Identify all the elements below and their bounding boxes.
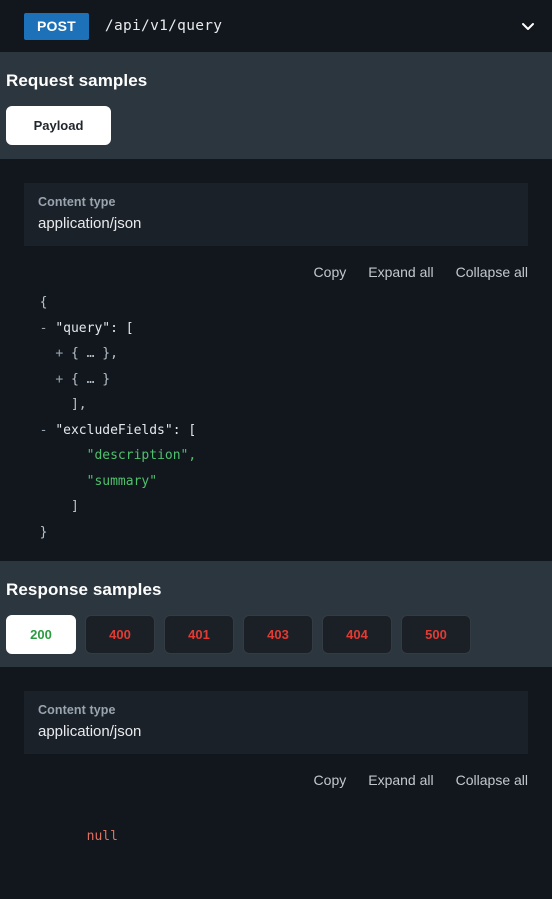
response-samples-title: Response samples [6,580,162,599]
request-collapse-all-button[interactable]: Collapse all [456,264,528,280]
code-token: "description", [86,448,197,463]
response-samples-section: Response samples 200 400 401 403 404 500 Cont… [0,561,552,899]
response-content-type-value: application/json [38,723,142,740]
response-copy-button[interactable]: Copy [314,772,347,788]
code-token: ] [70,499,79,514]
request-content-type: Content type application/json [24,183,528,246]
endpoint-path: /api/v1/query [104,18,223,34]
code-line: ], [24,392,528,418]
code-token: } [39,524,48,540]
toggle-spacer [71,474,87,489]
request-content-type-value: application/json [38,215,142,232]
toggle-spacer [24,525,40,540]
request-content-type-label: Content type [38,195,116,209]
request-sample-tabs: Payload [0,91,552,159]
response-expand-all-button[interactable]: Expand all [368,772,433,788]
tab-payload[interactable]: Payload [6,106,111,145]
collapse-toggle-icon[interactable]: - [40,321,56,336]
code-token: "excludeFields": [ [55,422,197,438]
status-tab-500[interactable]: 500 [401,615,471,654]
code-line: ] [24,494,528,520]
toggle-spacer [55,397,71,412]
code-line: { [24,290,528,316]
endpoint-header[interactable]: POST /api/v1/query [0,0,552,52]
toggle-spacer [24,295,40,310]
chevron-down-icon[interactable] [518,16,538,36]
toggle-spacer [55,499,71,514]
code-token: { … }, [70,346,118,361]
expand-toggle-icon[interactable]: + [55,346,71,361]
response-content-type-label: Content type [38,703,116,717]
request-expand-all-button[interactable]: Expand all [368,264,433,280]
response-status-tabs: 200 400 401 403 404 500 [0,600,552,667]
code-token: ], [70,397,87,412]
status-tab-404[interactable]: 404 [322,615,392,654]
status-tab-400[interactable]: 400 [85,615,155,654]
response-code-block[interactable]: null [0,798,552,899]
status-tab-200[interactable]: 200 [6,615,76,654]
http-method-badge: POST [24,12,89,40]
code-token: "query": [ [55,320,134,336]
request-code-block[interactable]: { - "query": [ + { … }, + { … } ], - "ex… [0,290,552,561]
code-line: - "query": [ [24,316,528,342]
request-copy-button[interactable]: Copy [314,264,347,280]
code-token: { … } [70,371,111,387]
request-sample-panel: Content type application/json Copy Expan… [0,159,552,561]
code-line: } [24,520,528,546]
status-tab-403[interactable]: 403 [243,615,313,654]
status-tab-401[interactable]: 401 [164,615,234,654]
api-reference-panel: POST /api/v1/query Request samples Paylo… [0,0,552,899]
response-code-toolbar: Copy Expand all Collapse all [0,754,552,798]
code-line: + { … } [24,367,528,393]
toggle-spacer [71,448,87,463]
code-line: - "excludeFields": [ [24,418,528,444]
response-sample-panel: Content type application/json Copy Expan… [0,667,552,899]
code-token: "summary" [86,473,158,489]
expand-toggle-icon[interactable]: + [55,372,71,387]
request-samples-title: Request samples [6,71,148,90]
collapse-toggle-icon[interactable]: - [40,423,56,438]
request-code-toolbar: Copy Expand all Collapse all [0,246,552,290]
code-line: "summary" [24,469,528,495]
request-samples-section: Request samples Payload Content type app… [0,52,552,561]
response-content-type: Content type application/json [24,691,528,754]
response-null-literal: null [86,828,118,844]
code-line: + { … }, [24,341,528,367]
code-token: { [39,295,48,310]
response-collapse-all-button[interactable]: Collapse all [456,772,528,788]
code-line: "description", [24,443,528,469]
